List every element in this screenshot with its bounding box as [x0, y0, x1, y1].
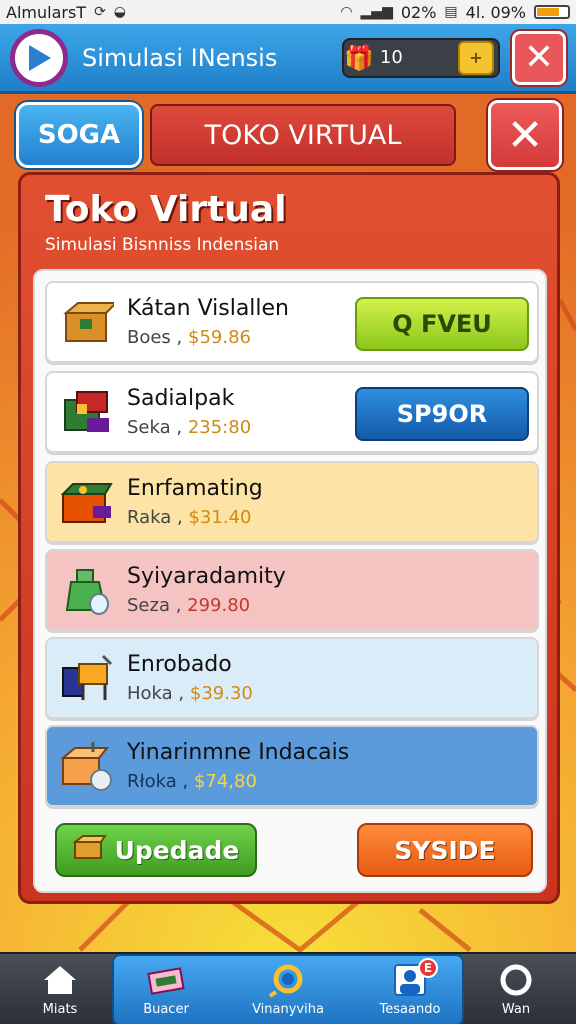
close-icon: ✕ — [506, 109, 544, 161]
box-icon — [71, 834, 107, 866]
coin-counter: 🎁 10 + — [342, 37, 500, 78]
box-icon — [59, 294, 115, 350]
toko-virtual-tab: TOKO VIRTUAL — [150, 104, 456, 166]
soga-tab[interactable]: SOGA — [16, 102, 142, 168]
gift-icon: 🎁 — [344, 43, 374, 72]
sack-icon — [59, 562, 115, 618]
signal-text: 02% — [400, 2, 437, 22]
upgrade-button[interactable]: Upedade — [55, 823, 257, 877]
bottom-nav: Miats Buacer Vinanyviha E Tesaando Wan — [0, 952, 576, 1024]
close-panel-button[interactable]: ✕ — [488, 100, 562, 170]
battery-icon — [534, 5, 570, 19]
item-price: $39.30 — [189, 683, 253, 704]
item-prefix: Seza , — [127, 595, 182, 616]
item-price: 299.80 — [187, 595, 251, 616]
shop-panel: Toko Virtual Simulasi Bisnniss Indensian… — [18, 172, 560, 904]
item-list: Kátan Vislallen Boes , $59.86 Q FVEU Sad… — [33, 269, 547, 893]
play-button[interactable] — [10, 28, 68, 87]
home-icon — [10, 962, 110, 998]
nav-label: Miats — [42, 1002, 78, 1017]
app-title: Simulasi INensis — [82, 43, 278, 72]
list-item[interactable]: Kátan Vislallen Boes , $59.86 Q FVEU — [45, 281, 539, 363]
circle-icon — [466, 962, 566, 998]
battery-text: 4l. 09% — [465, 2, 526, 22]
app-notification-icon: ◒ — [113, 4, 127, 20]
close-app-button[interactable]: ✕ — [512, 30, 566, 85]
play-icon — [29, 44, 51, 71]
item-price: $31.40 — [188, 507, 252, 528]
item-name: Yinarinmne Indacais — [127, 740, 350, 765]
crate-icon — [59, 738, 115, 794]
list-item[interactable]: Syiyaradamity Seza , 299.80 — [45, 549, 539, 631]
nav-item-wan[interactable]: Wan — [466, 962, 566, 1017]
wifi-icon: ◠ — [340, 4, 353, 20]
item-prefix: Raka , — [127, 507, 183, 528]
profile-icon: E — [360, 958, 460, 998]
signal-icon: ▂▄▆ — [360, 4, 393, 20]
notification-badge: E — [418, 958, 438, 978]
panel-title: Toko Virtual — [45, 189, 287, 230]
gift-box-icon — [59, 384, 115, 440]
nav-label: Vinanyviha — [252, 1002, 324, 1017]
list-item[interactable]: Yinarinmne Indacais Rłoka , $74,80 — [45, 725, 539, 807]
nav-label: Wan — [501, 1002, 531, 1017]
list-item[interactable]: Sadialpak Seka , 235:80 SP9OR — [45, 371, 539, 453]
cart-icon — [116, 962, 216, 998]
app-bar: Simulasi INensis 🎁 10 + ✕ — [0, 24, 576, 94]
nav-label: Buacer — [143, 1002, 189, 1017]
item-name: Syiyaradamity — [127, 564, 286, 589]
side-button[interactable]: SYSIDE — [357, 823, 533, 877]
carrier-name: AlmularsT — [6, 2, 87, 22]
coin-value: 10 — [379, 47, 403, 68]
upgrade-label: Upedade — [114, 835, 240, 865]
item-action-button[interactable]: Q FVEU — [355, 297, 529, 351]
item-prefix: Hoka , — [127, 683, 185, 704]
item-price: $59.86 — [188, 327, 251, 348]
item-prefix: Boes , — [127, 327, 183, 348]
item-prefix: Rłoka , — [127, 771, 189, 792]
nav-label: Tesaando — [379, 1002, 441, 1017]
list-item[interactable]: Enrobado Hoka , $39.30 — [45, 637, 539, 719]
item-name: Sadialpak — [127, 386, 235, 411]
item-name: Kátan Vislallen — [127, 296, 290, 321]
close-icon: ✕ — [523, 37, 555, 78]
nav-item-home[interactable]: Miats — [10, 962, 110, 1017]
item-price: $74,80 — [193, 771, 257, 792]
item-action-button[interactable]: SP9OR — [355, 387, 529, 441]
sync-icon: ⟳ — [94, 4, 106, 20]
add-coins-button[interactable]: + — [458, 40, 494, 75]
status-bar: AlmularsT ⟳ ◒ ◠ ▂▄▆ 02% ▤ 4l. 09% — [0, 0, 576, 24]
item-price: 235:80 — [187, 417, 252, 438]
panel-subtitle: Simulasi Bisnniss Indensian — [45, 235, 280, 255]
sim-icon: ▤ — [444, 4, 458, 20]
item-name: Enrobado — [127, 652, 232, 677]
item-name: Enrfamating — [127, 476, 263, 501]
nav-item-search[interactable]: Vinanyviha — [238, 962, 338, 1017]
nav-item-buy[interactable]: Buacer — [116, 962, 216, 1017]
search-icon — [238, 962, 338, 998]
item-prefix: Seka , — [127, 417, 183, 438]
market-stall-icon — [59, 650, 115, 706]
toolbox-icon — [59, 474, 115, 530]
list-item[interactable]: Enrfamating Raka , $31.40 — [45, 461, 539, 543]
nav-item-profile[interactable]: E Tesaando — [360, 958, 460, 1017]
